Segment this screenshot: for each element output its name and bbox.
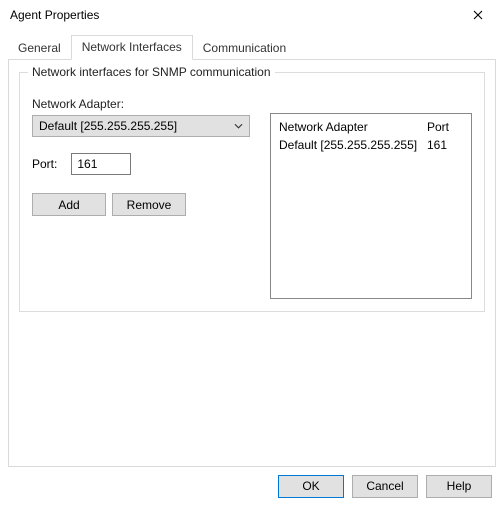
button-label: Add (58, 198, 79, 212)
add-button[interactable]: Add (32, 193, 106, 216)
port-label: Port: (32, 157, 57, 171)
dialog-footer: OK Cancel Help (0, 467, 504, 513)
help-button[interactable]: Help (426, 475, 492, 498)
title-bar: Agent Properties (0, 0, 504, 30)
remove-button[interactable]: Remove (112, 193, 186, 216)
close-icon (473, 7, 483, 23)
adapter-form: Network Adapter: Default [255.255.255.25… (32, 97, 252, 216)
close-button[interactable] (458, 1, 498, 29)
adapter-dropdown[interactable]: Default [255.255.255.255] (32, 115, 250, 137)
tab-general[interactable]: General (8, 37, 71, 60)
ok-button[interactable]: OK (278, 475, 344, 498)
chevron-down-icon (234, 123, 243, 129)
tab-panel: Network interfaces for SNMP communicatio… (8, 59, 496, 467)
adapter-value: Default [255.255.255.255] (39, 119, 177, 133)
list-cell-adapter: Default [255.255.255.255] (279, 138, 419, 152)
tab-strip: General Network Interfaces Communication (0, 30, 504, 59)
tab-communication[interactable]: Communication (193, 37, 296, 60)
list-cell-port: 161 (427, 138, 467, 152)
tab-label: General (18, 41, 61, 55)
col-header-port: Port (427, 120, 467, 134)
snmp-interfaces-group: Network interfaces for SNMP communicatio… (19, 72, 485, 312)
adapter-label: Network Adapter: (32, 97, 252, 111)
tab-label: Communication (203, 41, 286, 55)
add-remove-row: Add Remove (32, 193, 252, 216)
cancel-button[interactable]: Cancel (352, 475, 418, 498)
interfaces-list[interactable]: Network Adapter Port Default [255.255.25… (270, 113, 472, 299)
tab-network-interfaces[interactable]: Network Interfaces (71, 35, 193, 60)
tab-label: Network Interfaces (82, 40, 182, 54)
group-title: Network interfaces for SNMP communicatio… (28, 65, 275, 79)
button-label: Cancel (366, 479, 403, 493)
list-grid: Network Adapter Port Default [255.255.25… (279, 120, 463, 152)
button-label: Help (447, 479, 472, 493)
button-label: Remove (127, 198, 172, 212)
port-row: Port: (32, 153, 252, 175)
window-title: Agent Properties (10, 8, 99, 22)
col-header-adapter: Network Adapter (279, 120, 419, 134)
port-input[interactable] (71, 153, 131, 175)
button-label: OK (302, 479, 319, 493)
